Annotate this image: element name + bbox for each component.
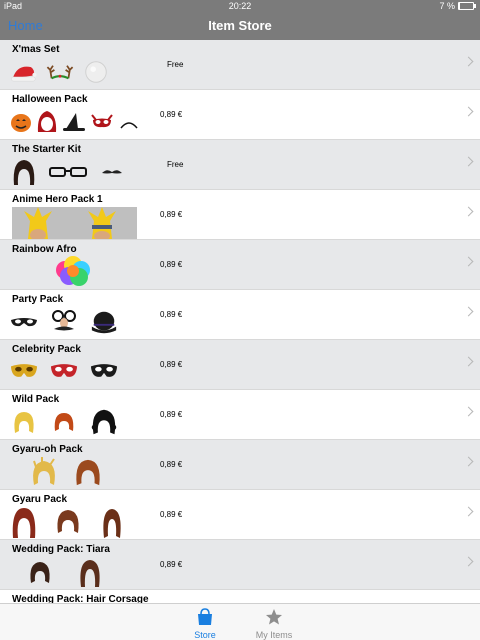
item-price: 0,89 € — [160, 260, 183, 269]
tab-my-items-label: My Items — [255, 630, 293, 640]
chevron-right-icon — [463, 106, 474, 117]
list-item[interactable]: Rainbow Afro 0,89 € — [0, 240, 480, 290]
red-mask-icon — [50, 358, 78, 386]
santa-hat-icon — [10, 58, 38, 86]
brown-hair-icon — [74, 458, 102, 486]
star-icon — [266, 609, 282, 625]
chevron-right-icon — [463, 56, 474, 67]
item-name: X'mas Set — [12, 44, 60, 55]
item-name: Gyaru Pack — [12, 494, 68, 505]
rainbow-afro-icon — [55, 256, 91, 288]
chevron-right-icon — [463, 556, 474, 567]
red-hair-icon — [50, 408, 78, 436]
snowball-icon — [82, 58, 110, 86]
chevron-right-icon — [463, 406, 474, 417]
item-thumbnails — [10, 406, 118, 438]
list-item[interactable]: Gyaru Pack 0,89 € — [0, 490, 480, 540]
status-bar: iPad 20:22 7 % — [0, 0, 480, 12]
item-price: 0,89 € — [160, 560, 183, 569]
item-name: Wedding Pack: Tiara — [12, 544, 110, 555]
shopping-bag-icon — [198, 608, 212, 625]
long-red-hair-icon — [10, 508, 38, 538]
item-thumbnails — [10, 356, 118, 388]
list-item[interactable]: Halloween Pack 0,89 € — [0, 90, 480, 140]
black-hair-icon — [10, 158, 38, 186]
glasses-icon — [48, 158, 88, 186]
item-name: Halloween Pack — [12, 94, 88, 105]
brown-wavy-hair-icon — [54, 508, 82, 536]
item-name: Anime Hero Pack 1 — [12, 194, 103, 205]
black-mask-icon — [90, 358, 118, 386]
item-name: Wild Pack — [12, 394, 60, 405]
item-price: 0,89 € — [160, 110, 183, 119]
battery-percent: 7 % — [439, 1, 455, 11]
list-item[interactable]: The Starter Kit Free — [0, 140, 480, 190]
blonde-hair-icon — [10, 408, 38, 436]
red-hood-icon — [36, 108, 58, 136]
item-name: Celebrity Pack — [12, 344, 81, 355]
curly-brown-hair-icon — [98, 508, 126, 538]
black-curly-hair-icon — [90, 408, 118, 436]
long-brown-hair-icon — [76, 558, 104, 587]
item-thumbnails — [55, 256, 91, 288]
item-price: Free — [167, 160, 184, 169]
battery-status: 7 % — [439, 0, 476, 12]
list-item[interactable]: Anime Hero Pack 1 0,89 € — [0, 190, 480, 240]
item-name: The Starter Kit — [12, 144, 81, 155]
pumpkin-icon — [10, 108, 32, 136]
item-name: Rainbow Afro — [12, 244, 77, 255]
dark-hair-icon — [26, 558, 54, 586]
item-list[interactable]: X'mas Set Free Halloween Pack 0,89 € The… — [0, 40, 480, 604]
list-item[interactable]: Wild Pack 0,89 € — [0, 390, 480, 440]
page-title: Item Store — [208, 18, 272, 33]
item-thumbnails — [10, 106, 140, 138]
cat-ears-icon — [118, 108, 140, 136]
item-thumbnails — [10, 156, 126, 188]
item-thumbnails — [26, 556, 104, 588]
item-price: 0,89 € — [160, 310, 183, 319]
mustache-icon — [98, 158, 126, 186]
chevron-right-icon — [463, 306, 474, 317]
list-item[interactable]: Gyaru-oh Pack 0,89 € — [0, 440, 480, 490]
chevron-right-icon — [463, 206, 474, 217]
item-price: 0,89 € — [160, 210, 183, 219]
eye-mask-icon — [10, 308, 38, 336]
item-price: 0,89 € — [160, 460, 183, 469]
item-thumbnails — [10, 306, 118, 338]
item-name: Gyaru-oh Pack — [12, 444, 83, 455]
list-item[interactable]: Wedding Pack: Tiara 0,89 € — [0, 540, 480, 590]
item-thumbnails — [10, 56, 110, 88]
item-price: 0,89 € — [160, 360, 183, 369]
anime-hero-preview-image — [12, 207, 137, 239]
chevron-right-icon — [463, 256, 474, 267]
chevron-right-icon — [463, 356, 474, 367]
chevron-right-icon — [463, 156, 474, 167]
list-item[interactable]: X'mas Set Free — [0, 40, 480, 90]
groucho-glasses-icon — [50, 308, 78, 336]
list-item[interactable]: Celebrity Pack 0,89 € — [0, 340, 480, 390]
item-price: Free — [167, 60, 184, 69]
item-thumbnails — [30, 456, 102, 488]
tab-store-label: Store — [194, 630, 216, 640]
tab-bar: Store My Items — [0, 603, 480, 640]
tab-my-items[interactable]: My Items — [234, 608, 314, 640]
clock: 20:22 — [228, 1, 252, 11]
item-thumbnails — [10, 506, 126, 538]
antlers-icon — [46, 58, 74, 86]
chevron-right-icon — [463, 456, 474, 467]
chevron-right-icon — [463, 506, 474, 517]
blonde-spiky-hair-icon — [30, 457, 58, 486]
navigation-bar: Home Item Store — [0, 12, 480, 40]
item-price: 0,89 € — [160, 410, 183, 419]
item-name: Party Pack — [12, 294, 64, 305]
bowler-hat-icon — [90, 308, 118, 336]
list-item[interactable]: Party Pack 0,89 € — [0, 290, 480, 340]
gold-mask-icon — [10, 358, 38, 386]
devil-mask-icon — [90, 108, 114, 136]
witch-hat-icon — [62, 108, 86, 136]
tab-store[interactable]: Store — [165, 608, 245, 640]
item-price: 0,89 € — [160, 510, 183, 519]
list-item[interactable]: Wedding Pack: Hair Corsage — [0, 590, 480, 604]
battery-icon — [458, 2, 476, 10]
